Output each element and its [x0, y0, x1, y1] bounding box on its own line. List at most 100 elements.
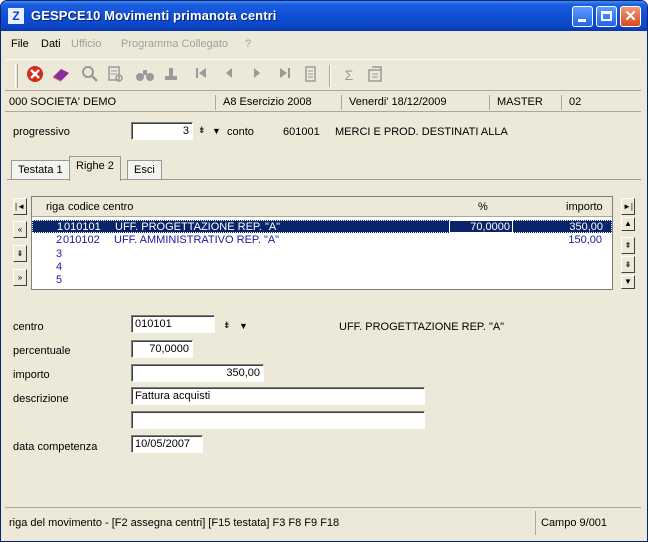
- tab-testata-label: Testata 1: [18, 164, 63, 176]
- search-icon[interactable]: [80, 65, 100, 85]
- main-window: Z GESPCE10 Movimenti primanota centri ✕ …: [0, 0, 648, 542]
- menu-file[interactable]: File: [11, 38, 29, 50]
- col-codice-centro[interactable]: codice centro: [68, 201, 133, 213]
- tab-righe[interactable]: Righe 2: [69, 156, 121, 181]
- row-codice: 010102: [63, 234, 100, 246]
- row-riga: 4: [56, 261, 63, 273]
- grid-next-page-button[interactable]: ⇟: [13, 245, 27, 262]
- first-record-icon[interactable]: [191, 65, 211, 85]
- binoculars-icon[interactable]: [135, 65, 155, 85]
- toolbar-grip[interactable]: [15, 64, 18, 88]
- table-row[interactable]: 1 010101 UFF. PROGETTAZIONE REP. "A" 70,…: [32, 220, 612, 233]
- toolbar: Σ: [5, 59, 641, 91]
- book-icon[interactable]: [51, 65, 71, 85]
- conto-label: conto: [227, 126, 254, 138]
- descrizione2-input[interactable]: [131, 411, 425, 429]
- previous-record-icon[interactable]: [219, 65, 239, 85]
- row-desc: UFF. PROGETTAZIONE REP. "A": [115, 221, 281, 233]
- importo-label: importo: [13, 369, 50, 381]
- menu-dati[interactable]: Dati: [41, 38, 61, 50]
- field-counter: Campo 9/001: [541, 517, 608, 529]
- print-preview-icon[interactable]: [105, 65, 125, 85]
- scroll-page-down-button[interactable]: ⇟: [621, 256, 635, 273]
- info-bar: 000 SOCIETA' DEMO A8 Esercizio 2008 Vene…: [5, 94, 641, 112]
- data-competenza-label: data competenza: [13, 441, 98, 453]
- menu-help[interactable]: ?: [245, 38, 251, 50]
- close-icon: ✕: [624, 8, 637, 25]
- col-riga[interactable]: riga: [46, 201, 64, 213]
- info-separator: [489, 95, 490, 110]
- maximize-icon: [601, 11, 612, 21]
- status-bar: riga del movimento - [F2 assegna centri]…: [5, 507, 641, 537]
- calculator-icon[interactable]: [365, 65, 385, 85]
- grid-header: riga codice centro % importo: [32, 197, 612, 217]
- last-record-icon[interactable]: [275, 65, 295, 85]
- table-row[interactable]: 4: [32, 261, 612, 274]
- data-competenza-input[interactable]: 10/05/2007: [131, 435, 203, 453]
- grid-last-column-button[interactable]: ►|: [621, 198, 635, 215]
- window-title: GESPCE10 Movimenti primanota centri: [31, 8, 277, 23]
- row-perc[interactable]: 70,0000: [449, 220, 513, 233]
- scroll-up-button[interactable]: ▲: [621, 217, 635, 231]
- tab-strip: Testata 1 Righe 2 Esci: [7, 156, 641, 181]
- date-label: Venerdi' 18/12/2009: [349, 96, 447, 108]
- row-importo: 350,00: [569, 221, 603, 233]
- terminal-label: 02: [569, 96, 582, 108]
- company-label: 000 SOCIETA' DEMO: [9, 96, 117, 108]
- table-row[interactable]: 5: [32, 274, 612, 287]
- status-hint: riga del movimento - [F2 assegna centri]…: [9, 517, 340, 529]
- centro-description: UFF. PROGETTAZIONE REP. "A": [339, 321, 505, 333]
- status-separator: [535, 511, 536, 535]
- tab-righe-label: Righe 2: [76, 160, 114, 172]
- scroll-down-button[interactable]: ▼: [621, 275, 635, 289]
- row-riga: 1: [57, 221, 64, 233]
- info-separator: [215, 95, 216, 110]
- grid-last-button[interactable]: »: [13, 269, 27, 286]
- percentuale-label: percentuale: [13, 345, 71, 357]
- grid-prev-page-button[interactable]: «: [13, 221, 27, 238]
- menu-programma-collegato[interactable]: Programma Collegato: [121, 38, 228, 50]
- centro-input[interactable]: 010101: [131, 315, 215, 333]
- minimize-icon: [578, 19, 586, 22]
- menu-bar: File Dati Ufficio Programma Collegato ?: [1, 35, 647, 55]
- tab-esci-label: Esci: [134, 164, 155, 176]
- user-label: MASTER: [497, 96, 543, 108]
- app-icon: Z: [8, 8, 24, 24]
- title-bar[interactable]: Z GESPCE10 Movimenti primanota centri ✕: [1, 1, 647, 31]
- chevron-down-icon[interactable]: ▼: [239, 321, 248, 331]
- percentuale-input[interactable]: 70,0000: [131, 340, 193, 358]
- row-codice: 010101: [64, 221, 101, 233]
- grid-first-button[interactable]: |◄: [13, 198, 27, 215]
- tab-testata[interactable]: Testata 1: [11, 160, 70, 180]
- table-row[interactable]: 2 010102 UFF. AMMINISTRATIVO REP. "A" 15…: [32, 234, 612, 247]
- next-record-icon[interactable]: [247, 65, 267, 85]
- menu-ufficio[interactable]: Ufficio: [71, 38, 101, 50]
- progressivo-label: progressivo: [13, 126, 70, 138]
- sigma-icon[interactable]: Σ: [339, 65, 359, 85]
- importo-input[interactable]: 350,00: [131, 364, 264, 382]
- chevron-down-icon[interactable]: ▼: [212, 126, 221, 136]
- col-percent[interactable]: %: [478, 201, 488, 213]
- close-button[interactable]: ✕: [620, 6, 641, 27]
- row-riga: 2: [56, 234, 63, 246]
- maximize-button[interactable]: [596, 6, 617, 27]
- descrizione-input[interactable]: Fattura acquisti: [131, 387, 425, 405]
- row-riga: 3: [56, 248, 63, 260]
- col-importo[interactable]: importo: [566, 201, 603, 213]
- descrizione-label: descrizione: [13, 393, 69, 405]
- table-row[interactable]: 3: [32, 248, 612, 261]
- righe-grid[interactable]: riga codice centro % importo 1 010101 UF…: [31, 196, 613, 290]
- spin-icon[interactable]: ⇟: [198, 125, 206, 136]
- export-icon[interactable]: [301, 65, 321, 85]
- conto-code: 601001: [283, 126, 320, 138]
- info-separator: [341, 95, 342, 110]
- stamp-icon[interactable]: [161, 65, 181, 85]
- toolbar-separator: [329, 65, 331, 87]
- progressivo-input[interactable]: 3: [131, 122, 193, 140]
- scroll-page-up-button[interactable]: ⇞: [621, 237, 635, 254]
- tab-esci[interactable]: Esci: [127, 160, 162, 180]
- cancel-icon[interactable]: [25, 65, 45, 85]
- minimize-button[interactable]: [572, 6, 593, 27]
- exercise-label: A8 Esercizio 2008: [223, 96, 312, 108]
- spin-icon[interactable]: ⇟: [223, 320, 231, 331]
